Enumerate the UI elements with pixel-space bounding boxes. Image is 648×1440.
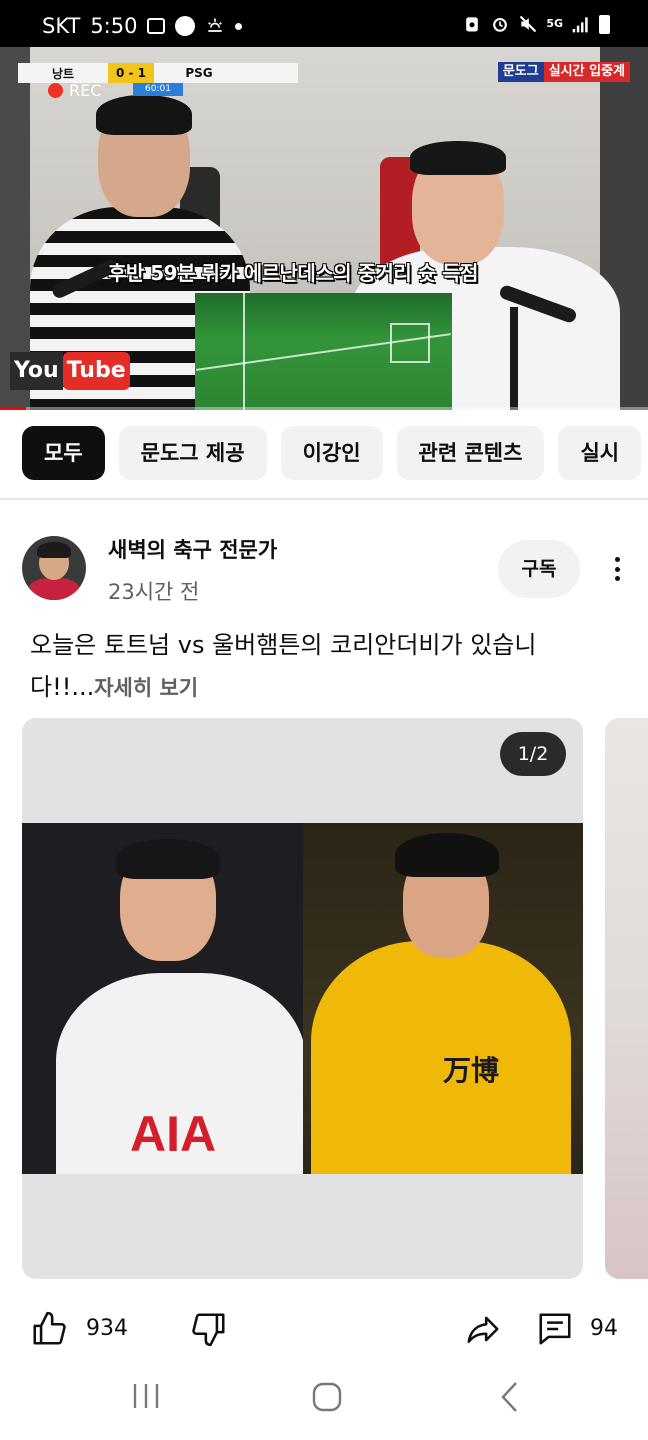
subscribe-button[interactable]: 구독 — [498, 540, 580, 598]
read-more-link[interactable]: 자세히 보기 — [94, 676, 198, 700]
back-icon[interactable] — [496, 1380, 524, 1414]
network-type: 5G — [546, 17, 563, 30]
scoreboard: 낭트 0 - 1 PSG — [18, 63, 298, 83]
chip-related[interactable]: 관련 콘텐츠 — [396, 426, 545, 480]
sponsor-left: AIA — [130, 1106, 217, 1162]
score-home-team: 낭트 — [51, 66, 75, 81]
clock: 5:50 — [90, 14, 138, 38]
post-image: AIA 万博 — [22, 823, 583, 1174]
page-indicator: 1/2 — [500, 732, 566, 776]
video-progress-bar[interactable] — [0, 407, 648, 410]
live-badge: 문도그 실시간 입중계 — [497, 62, 630, 82]
chip-live[interactable]: 실시 — [558, 426, 642, 480]
rec-label: REC — [69, 81, 102, 100]
more-notifications-icon — [235, 22, 243, 30]
more-options-icon[interactable] — [602, 552, 632, 586]
battery-icon — [599, 14, 610, 34]
channel-avatar[interactable] — [22, 536, 86, 600]
video-player[interactable]: 낭트 0 - 1 PSG 60:01 REC 문도그 실시간 입중계 후반 59… — [0, 47, 648, 410]
divider — [0, 498, 648, 500]
signal-icon — [572, 17, 588, 33]
video-progress-fill — [0, 407, 26, 410]
comment-icon[interactable] — [536, 1310, 574, 1348]
host-right-hair — [410, 141, 506, 175]
filter-chips: 모두 문도그 제공 이강인 관련 콘텐츠 실시 — [22, 426, 642, 480]
like-icon[interactable] — [30, 1310, 68, 1348]
carrier: SKT — [42, 14, 81, 38]
chip-all[interactable]: 모두 — [22, 426, 105, 480]
image-right-player: 万博 — [303, 823, 583, 1174]
action-row: 934 94 — [0, 1300, 648, 1360]
match-clock: 60:01 — [133, 83, 183, 96]
youtube-logo-you: You — [10, 352, 63, 390]
status-right: 5G — [462, 14, 610, 34]
share-icon[interactable] — [464, 1310, 502, 1348]
alarm-icon — [493, 17, 508, 32]
channel-name[interactable]: 새벽의 축구 전문가 — [108, 534, 277, 564]
chip-mundog[interactable]: 문도그 제공 — [118, 426, 267, 480]
comment-count: 94 — [590, 1316, 618, 1341]
match-footage — [195, 293, 452, 410]
recent-apps-icon[interactable] — [130, 1380, 162, 1412]
dislike-icon[interactable] — [190, 1310, 228, 1348]
video-caption: 후반 59분 뤼카 에르난데스의 중거리 슛 득점 — [108, 261, 478, 285]
score-away-team: PSG — [185, 66, 213, 80]
youtube-logo: You Tube — [10, 349, 130, 393]
post-time: 23시간 전 — [108, 580, 200, 604]
live-label: 실시간 입중계 — [543, 62, 630, 82]
image-left-player: AIA — [22, 823, 306, 1174]
score-value: 0 - 1 — [108, 63, 154, 83]
like-count: 934 — [86, 1316, 128, 1341]
rec-indicator: REC — [48, 81, 101, 100]
rec-dot-icon — [48, 83, 63, 98]
live-brand: 문도그 — [497, 62, 544, 82]
host-left-hair — [96, 95, 192, 135]
status-left: SKT 5:50 — [42, 14, 243, 38]
system-nav-bar — [0, 1360, 648, 1440]
home-icon[interactable] — [310, 1380, 344, 1414]
lock-screen-icon — [466, 17, 479, 32]
mute-icon — [520, 15, 537, 33]
chip-lee-kangin[interactable]: 이강인 — [280, 426, 383, 480]
microphone-stand — [510, 307, 518, 410]
next-image-preview[interactable] — [605, 718, 648, 1279]
sunrise-icon — [208, 18, 223, 32]
youtube-logo-tube: Tube — [62, 352, 130, 390]
post-text[interactable]: 오늘은 토트넘 vs 울버햄튼의 코리안더비가 있습니다!!...자세히 보기 — [30, 624, 590, 709]
status-bar: SKT 5:50 5G — [0, 0, 648, 47]
account-notification-icon — [175, 16, 196, 36]
sponsor-right: 万博 — [443, 1054, 500, 1087]
gallery-notification-icon — [147, 18, 166, 34]
